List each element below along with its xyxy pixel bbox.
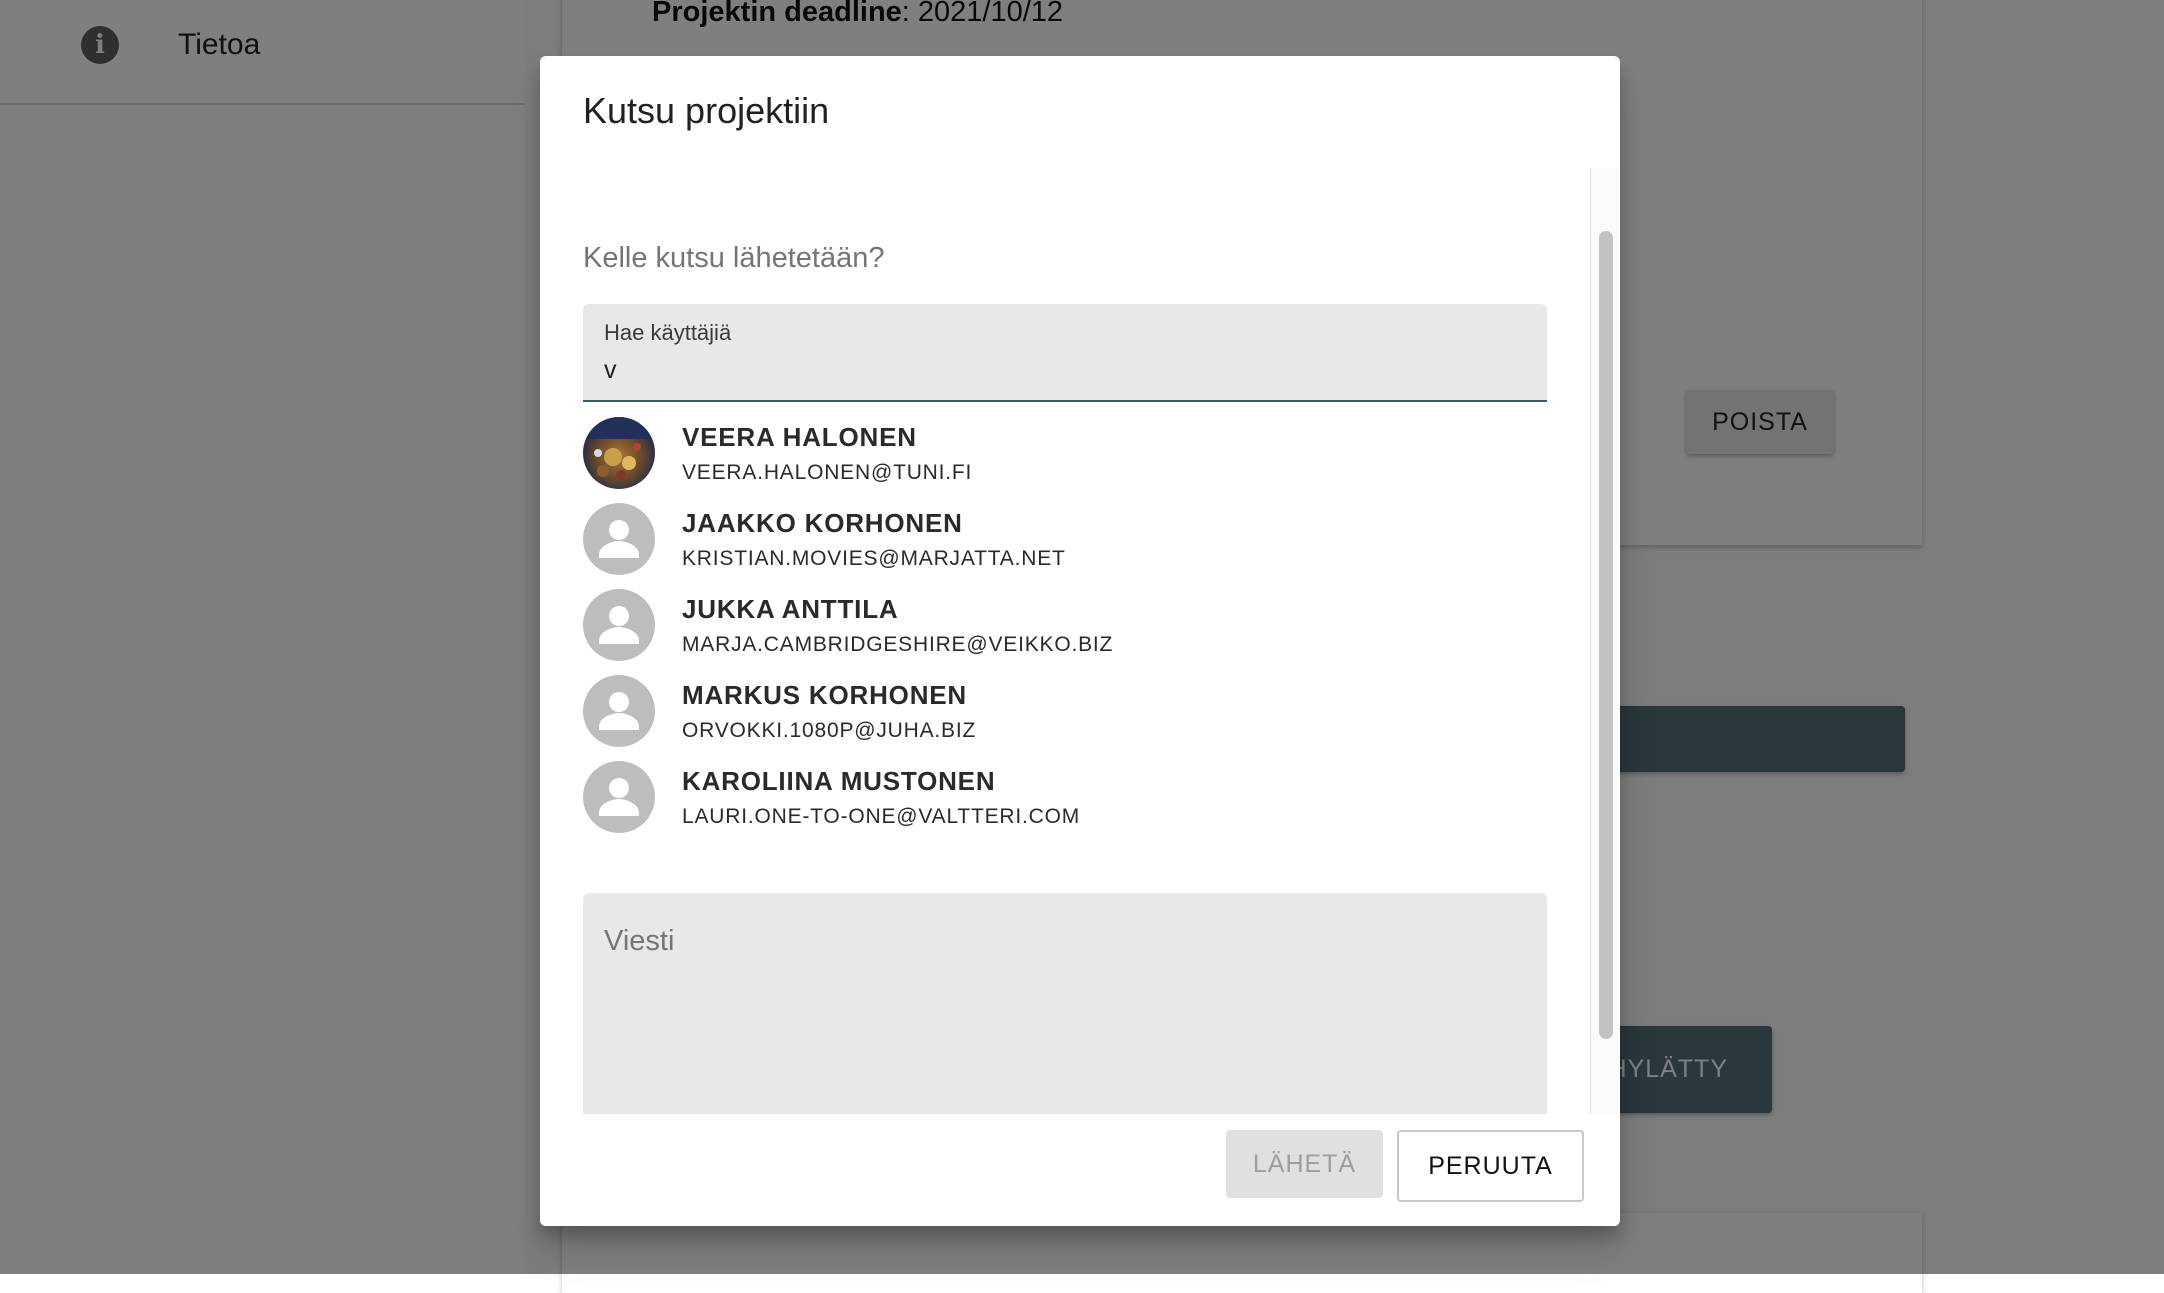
person-icon [583, 761, 655, 833]
person-icon [583, 675, 655, 747]
person-icon [583, 589, 655, 661]
list-item[interactable]: JUKKA ANTTILA MARJA.CAMBRIDGESHIRE@VEIKK… [583, 583, 1547, 669]
user-name: JUKKA ANTTILA [682, 594, 899, 624]
send-button[interactable]: LÄHETÄ [1226, 1130, 1383, 1198]
invite-dialog: Kutsu projektiin Kelle kutsu lähetetään?… [540, 56, 1620, 1226]
dialog-subtitle: Kelle kutsu lähetetään? [583, 242, 885, 274]
user-search-field[interactable]: Hae käyttäjiä v [583, 304, 1547, 402]
user-email: VEERA.HALONEN@TUNI.FI [682, 461, 973, 484]
user-email: LAURI.ONE-TO-ONE@VALTTERI.COM [682, 805, 1081, 828]
message-placeholder: Viesti [604, 925, 675, 957]
list-item[interactable]: VEERA HALONEN VEERA.HALONEN@TUNI.FI [583, 411, 1547, 497]
dialog-actions: LÄHETÄ PERUUTA [540, 1114, 1620, 1226]
user-name: VEERA HALONEN [682, 422, 917, 452]
list-item[interactable]: JAAKKO KORHONEN KRISTIAN.MOVIES@MARJATTA… [583, 497, 1547, 583]
user-email: ORVOKKI.1080P@JUHA.BIZ [682, 719, 977, 742]
list-item[interactable]: MARKUS KORHONEN ORVOKKI.1080P@JUHA.BIZ [583, 669, 1547, 755]
avatar-photo [583, 417, 655, 489]
dialog-content: Kelle kutsu lähetetään? Hae käyttäjiä v [540, 168, 1590, 1168]
user-name: MARKUS KORHONEN [682, 680, 967, 710]
user-name: KAROLIINA MUSTONEN [682, 766, 996, 796]
user-email: KRISTIAN.MOVIES@MARJATTA.NET [682, 547, 1066, 570]
avatar [583, 417, 655, 489]
user-suggestion-list: VEERA HALONEN VEERA.HALONEN@TUNI.FI JAAK… [583, 411, 1547, 841]
search-label: Hae käyttäjiä [604, 320, 732, 345]
person-icon [583, 503, 655, 575]
cancel-button[interactable]: PERUUTA [1397, 1130, 1584, 1202]
list-item[interactable]: KAROLIINA MUSTONEN LAURI.ONE-TO-ONE@VALT… [583, 755, 1547, 841]
user-name: JAAKKO KORHONEN [682, 508, 963, 538]
dialog-scrollbar[interactable] [1590, 168, 1619, 1168]
user-email: MARJA.CAMBRIDGESHIRE@VEIKKO.BIZ [682, 633, 1114, 656]
scrollbar-thumb[interactable] [1599, 231, 1613, 1039]
dialog-title: Kutsu projektiin [583, 90, 830, 131]
search-input[interactable]: v [604, 356, 617, 385]
